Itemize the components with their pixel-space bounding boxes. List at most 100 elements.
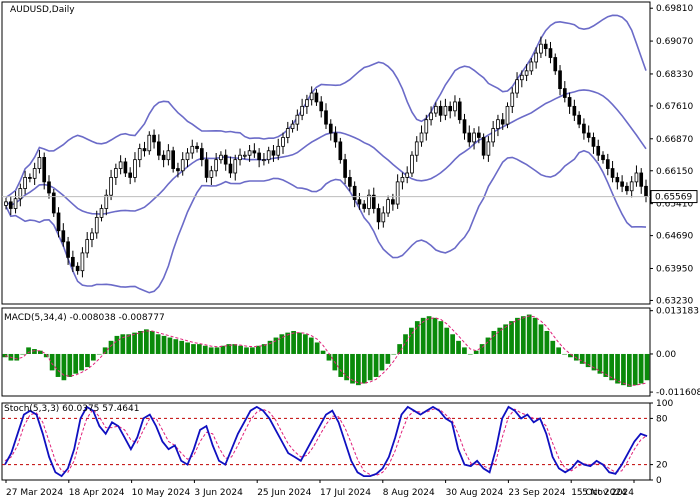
macd-histogram-bar [167,337,173,354]
chart-title: AUDUSD,Daily [10,5,75,15]
candle [295,114,300,125]
macd-histogram-bar [597,353,603,374]
candle [4,201,8,206]
candle [510,92,515,107]
candle [328,123,333,134]
candle [176,168,180,172]
candle [558,70,562,90]
macd-histogram-bar [632,353,638,386]
macd-histogram-bar [314,342,320,354]
macd-histogram-bar [285,332,291,354]
macd-histogram-bar [73,353,79,374]
macd-histogram-bar [515,317,520,354]
macd-histogram-bar [85,353,90,368]
candle [80,252,85,272]
macd-histogram-bar [426,316,432,354]
macd-histogram-bar [291,330,296,354]
candle [185,152,190,161]
candle [13,198,18,209]
macd-histogram-bar [462,347,467,354]
candle [491,128,495,143]
macd-histogram-bar [444,327,450,354]
macd-histogram-bar [90,353,96,361]
candle [601,154,605,161]
candle [467,132,472,143]
candle [285,128,290,138]
candle [314,92,319,103]
macd-histogram-bar [61,353,67,381]
candle [47,181,51,194]
macd-histogram-bar [626,353,632,387]
candle [477,132,481,138]
macd-histogram-bar [49,353,55,371]
macd-histogram-bar [202,345,208,354]
macd-histogram-bar [615,353,620,384]
macd-histogram-bar [367,353,373,381]
candle [247,150,252,156]
macd-histogram-bar [161,335,167,354]
stoch-tick-label: 0 [656,476,662,486]
candle [171,150,175,169]
macd-histogram-bar [138,330,143,354]
candle [505,105,510,125]
macd-histogram-bar [385,353,391,364]
candle [357,199,362,205]
time-tick-label: 10 May 2024 [132,488,191,498]
stoch-title: Stoch(5,3,3) 60.0375 57.4641 [4,404,139,414]
candle [195,145,199,149]
trading-chart[interactable]: 0.69810 0.69070 0.68330 0.67610 0.66870 0.661… [0,0,700,500]
macd-histogram-bar [544,330,550,354]
candle [300,105,304,116]
candle [71,256,75,267]
candle [362,203,367,209]
candle [219,154,223,161]
macd-histogram-bar [403,334,408,354]
candle [481,137,486,156]
candle [376,208,381,223]
price-panel-frame [1,1,651,305]
price-panel[interactable]: 0.69810 0.69070 0.68330 0.67610 0.66870 0.661… [1,1,698,306]
candle [66,241,70,258]
macd-histogram-bar [562,353,567,355]
macd-histogram-bar [556,347,562,354]
candle [238,154,242,161]
price-tick-label: 0.66150 [656,167,693,177]
macd-histogram-bar [344,353,349,381]
candle [610,168,615,178]
macd-histogram-bar [456,340,461,354]
macd-tick-label: -0.011608 [656,388,700,398]
macd-histogram-bar [96,353,102,355]
candle [157,141,161,156]
candle [577,114,581,125]
candle [319,101,324,112]
candle [252,150,257,154]
macd-title: MACD(5,34,4) -0.008038 -0.008777 [4,313,165,323]
candle [515,79,519,94]
candle [147,134,152,152]
macd-histogram-bar [450,334,455,354]
time-tick-label: 30 Aug 2024 [446,488,504,498]
candle [639,172,644,187]
macd-histogram-bar [273,337,279,354]
candle [180,159,185,172]
candle [190,145,195,154]
macd-histogram-bar [509,321,514,354]
macd-histogram-bar [350,353,355,384]
candle [281,137,285,147]
stoch-tick-label: 100 [656,399,673,409]
candle [214,159,218,172]
candle [61,230,66,243]
candle [94,216,99,234]
macd-histogram-bar [185,342,190,354]
candle [625,185,629,192]
macd-tick-label: 0.013183 [656,307,699,317]
macd-histogram-bar [250,347,255,354]
macd-histogram-bar [621,353,626,386]
macd-histogram-bar [379,353,385,371]
macd-histogram-bar [550,340,556,354]
candle [118,161,123,169]
candle [591,137,596,147]
price-tick-label: 0.68330 [656,70,693,80]
macd-histogram-bar [497,327,503,354]
macd-histogram-bar [438,321,444,354]
